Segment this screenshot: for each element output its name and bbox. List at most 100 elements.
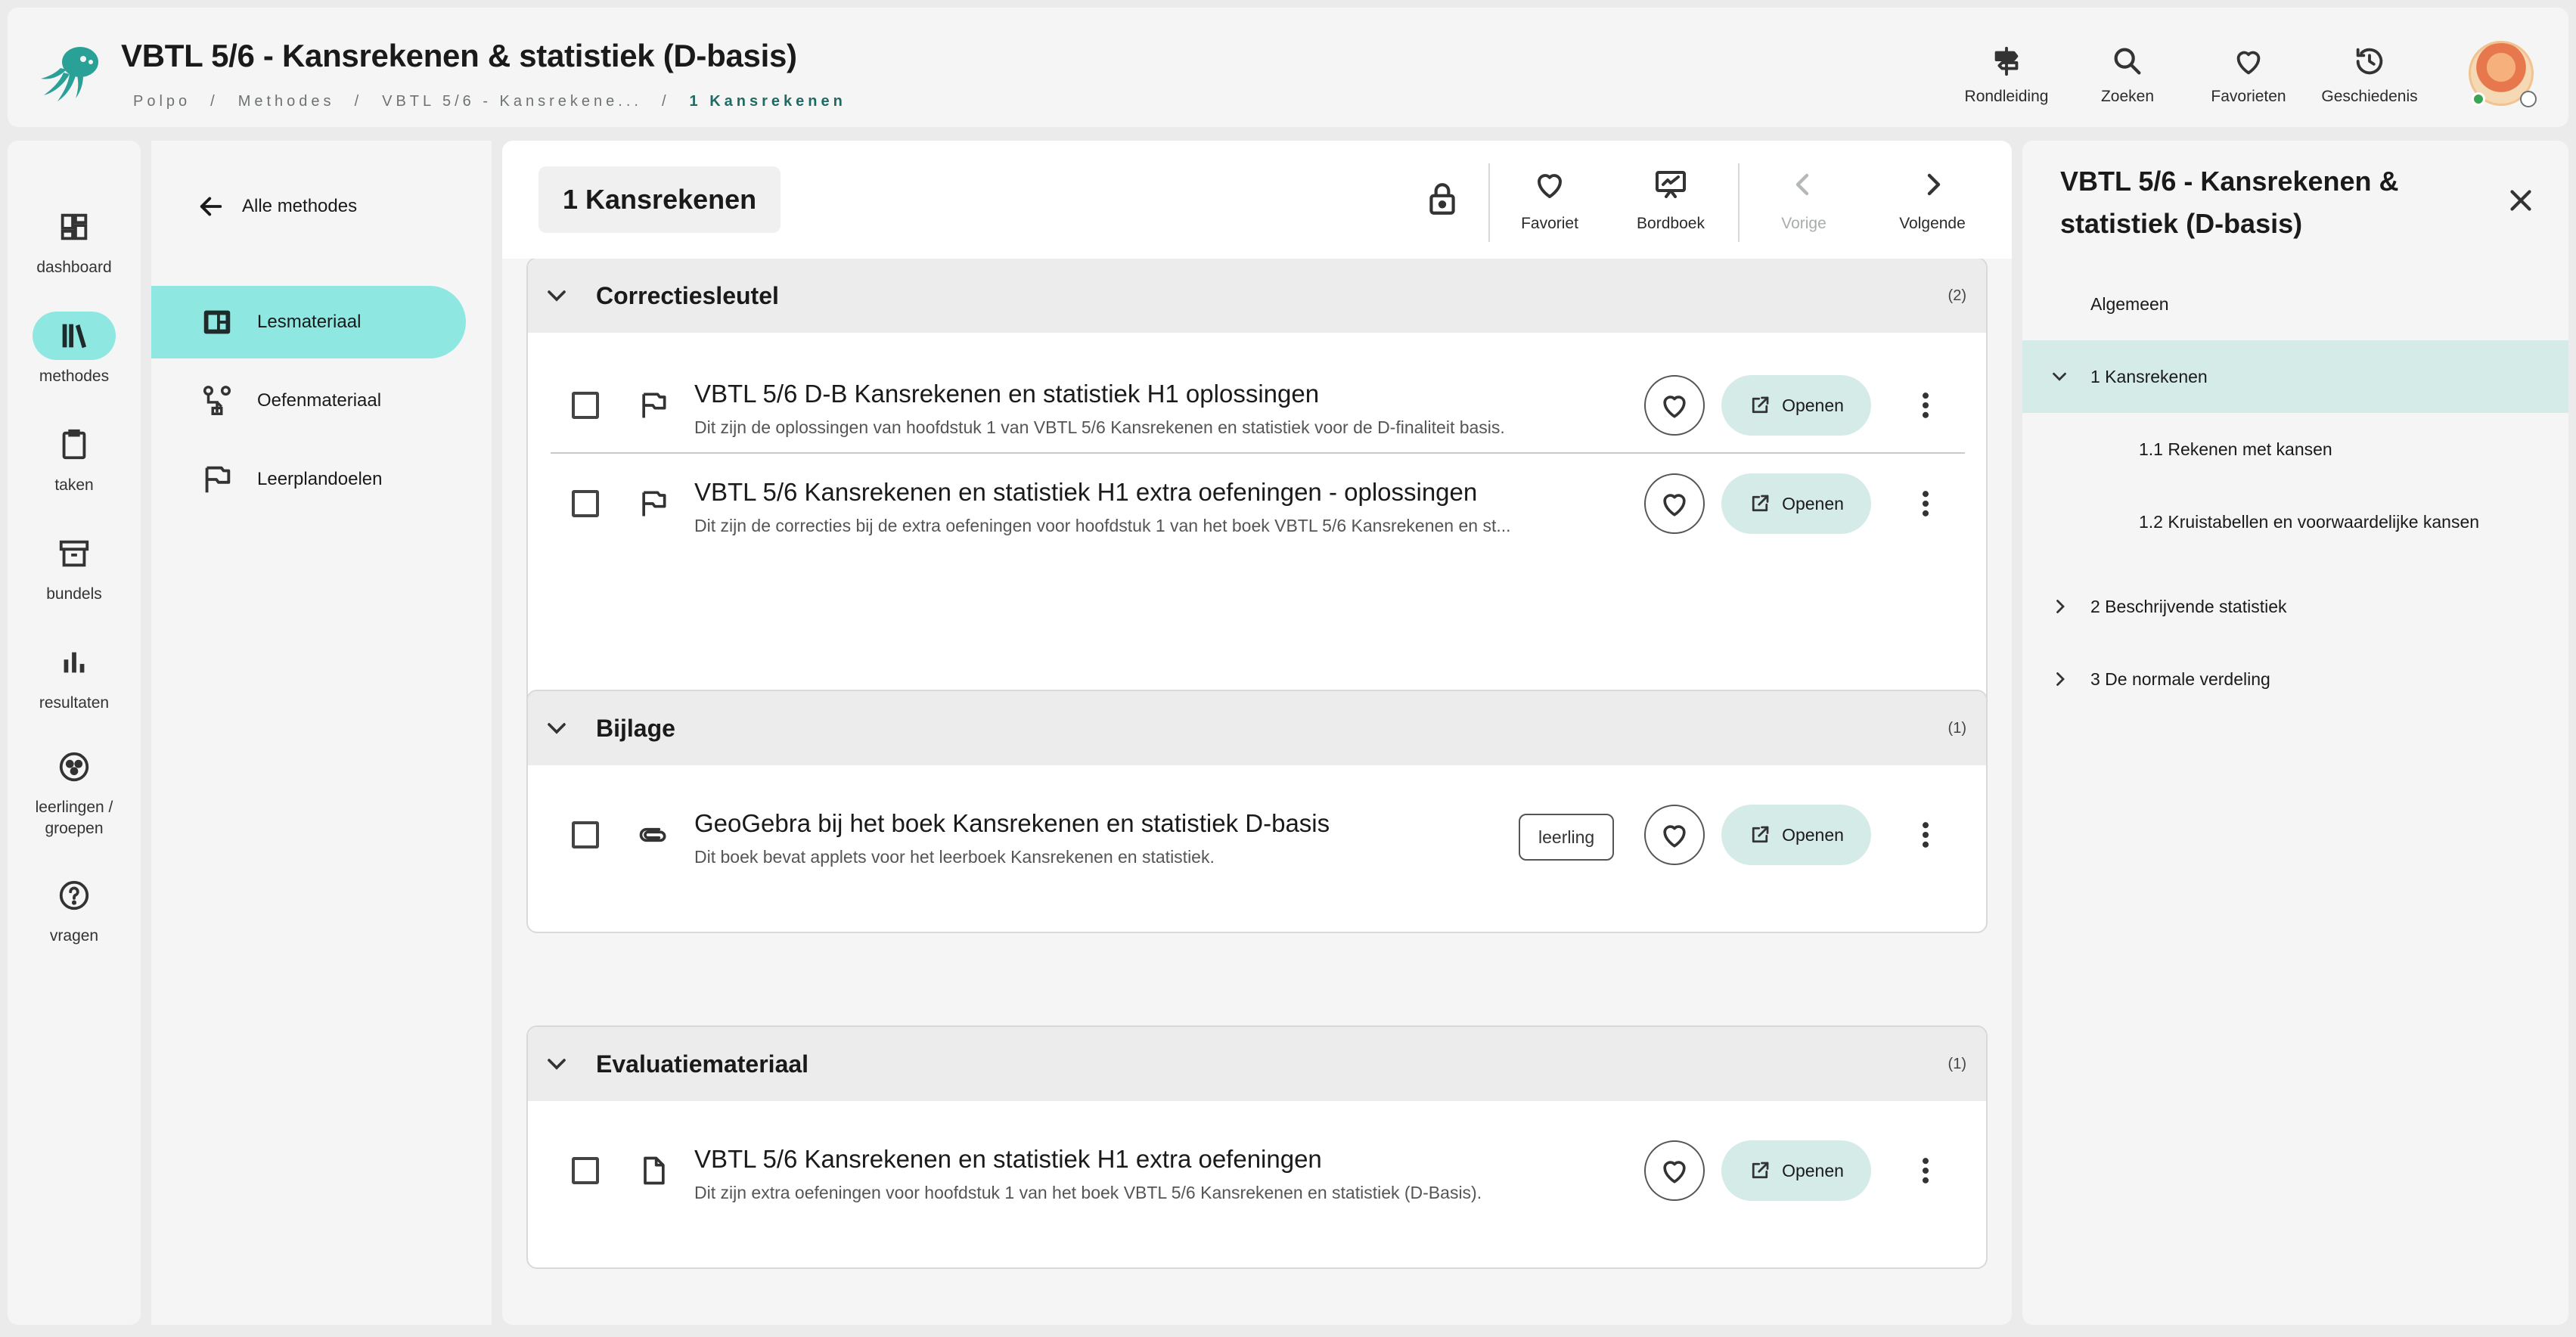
bordboek-button[interactable]: Bordboek (1614, 166, 1727, 242)
toc-item-rekenen-met-kansen[interactable]: 1.1 Rekenen met kansen (2022, 413, 2568, 485)
favorieten-button[interactable]: Favorieten (2192, 36, 2305, 112)
toc-label: 1.1 Rekenen met kansen (2139, 439, 2332, 459)
presentation-board-icon (1656, 171, 1686, 198)
user-avatar-button[interactable] (2469, 41, 2537, 109)
row-title[interactable]: GeoGebra bij het boek Kansrekenen en sta… (694, 809, 1564, 838)
toc-item-beschrijvende-statistiek[interactable]: 2 Beschrijvende statistiek (2022, 570, 2568, 643)
breadcrumb-separator: / (210, 92, 219, 110)
rail-item-leerlingen[interactable]: leerlingen / groepen (8, 743, 141, 839)
open-button[interactable]: Openen (1721, 1140, 1871, 1201)
online-status-icon (2472, 92, 2485, 106)
rail-item-bundels[interactable]: bundels (8, 529, 141, 605)
material-row[interactable]: GeoGebra bij het boek Kansrekenen en sta… (528, 785, 1986, 883)
volgende-button[interactable]: Volgende (1876, 166, 1989, 242)
chevron-down-icon[interactable] (2048, 365, 2071, 388)
material-row[interactable]: VBTL 5/6 D-B Kansrekenen en statistiek H… (528, 355, 1986, 454)
content-area: Correctiesleutel (2) VBTL 5/6 D-B Kansre… (502, 141, 2012, 1325)
section-title: Bijlage (596, 714, 675, 742)
books-icon (62, 324, 87, 349)
chevron-down-icon (548, 1059, 566, 1070)
more-vertical-icon[interactable] (1909, 1152, 1942, 1189)
favorite-button[interactable] (1644, 473, 1705, 534)
rail-icon-wrap (33, 638, 116, 687)
breadcrumb-polpo[interactable]: Polpo (133, 93, 191, 110)
vorige-button[interactable]: Vorige (1747, 166, 1861, 242)
rail-item-methodes[interactable]: methodes (8, 312, 141, 387)
section-header[interactable]: Evaluatiemateriaal (1) (528, 1027, 1986, 1101)
open-button[interactable]: Openen (1721, 473, 1871, 534)
octopus-logo-icon[interactable] (36, 42, 106, 103)
favorite-button[interactable] (1644, 805, 1705, 865)
chevron-right-icon[interactable] (2048, 595, 2071, 618)
row-checkbox[interactable] (572, 490, 599, 517)
section-count: (2) (1948, 287, 1966, 304)
rail-label-bundels: bundels (46, 585, 102, 603)
breadcrumb-methodes[interactable]: Methodes (238, 93, 335, 110)
rail-item-taken[interactable]: taken (8, 420, 141, 496)
close-icon[interactable] (2503, 183, 2538, 218)
history-icon (2356, 48, 2383, 75)
subnav-item-leerplandoelen[interactable]: Leerplandoelen (151, 443, 466, 516)
vorige-label: Vorige (1781, 215, 1826, 232)
section-correctiesleutel: Correctiesleutel (2) VBTL 5/6 D-B Kansre… (526, 257, 1988, 740)
breadcrumb-separator: / (661, 92, 670, 110)
material-row[interactable]: VBTL 5/6 Kansrekenen en statistiek H1 ex… (528, 454, 1986, 552)
row-title[interactable]: VBTL 5/6 Kansrekenen en statistiek H1 ex… (694, 1145, 1564, 1174)
favoriet-button[interactable]: Favoriet (1493, 166, 1606, 242)
breadcrumb-method[interactable]: VBTL 5/6 - Kansrekene... (382, 93, 642, 110)
chevron-right-icon[interactable] (2048, 668, 2071, 690)
open-button[interactable]: Openen (1721, 375, 1871, 436)
rail-label-resultaten: resultaten (39, 694, 110, 712)
rondleiding-button[interactable]: Rondleiding (1950, 36, 2063, 112)
section-title: Evaluatiemateriaal (596, 1050, 809, 1078)
volgende-label: Volgende (1899, 215, 1966, 232)
toc-label: 3 De normale verdeling (2090, 668, 2270, 689)
open-in-new-icon (1752, 396, 1769, 414)
favorite-button[interactable] (1644, 375, 1705, 436)
material-row[interactable]: VBTL 5/6 Kansrekenen en statistiek H1 ex… (528, 1121, 1986, 1219)
row-checkbox[interactable] (572, 1157, 599, 1184)
signpost-icon (1994, 46, 2019, 76)
rail-icon-wrap (33, 420, 116, 469)
rail-label-leerlingen: leerlingen / groepen (35, 799, 113, 837)
section-header[interactable]: Correctiesleutel (2) (528, 259, 1986, 333)
favorite-button[interactable] (1644, 1140, 1705, 1201)
open-label: Openen (1782, 1160, 1844, 1180)
rail-item-vragen[interactable]: vragen (8, 871, 141, 947)
more-vertical-icon[interactable] (1909, 485, 1942, 522)
back-to-methods-link[interactable]: Alle methodes (195, 191, 357, 222)
open-label: Openen (1782, 395, 1844, 415)
rail-item-dashboard[interactable]: dashboard (8, 203, 141, 278)
breadcrumb-current: 1 Kansrekenen (689, 92, 846, 110)
more-vertical-icon[interactable] (1909, 387, 1942, 423)
zoeken-button[interactable]: Zoeken (2071, 36, 2184, 112)
row-title[interactable]: VBTL 5/6 Kansrekenen en statistiek H1 ex… (694, 478, 1564, 507)
dashboard-icon (203, 310, 231, 334)
chevron-right-icon (1927, 173, 1941, 196)
lock-icon[interactable] (1423, 180, 1461, 218)
geschiedenis-button[interactable]: Geschiedenis (2313, 36, 2426, 112)
toc-item-kruistabellen[interactable]: 1.2 Kruistabellen en voorwaardelijke kan… (2022, 485, 2568, 558)
heart-icon (2236, 51, 2261, 75)
rail-label-dashboard: dashboard (36, 259, 112, 276)
toc-item-kansrekenen[interactable]: 1 Kansrekenen (2022, 340, 2568, 413)
bar-chart-icon (64, 652, 85, 673)
zoeken-label: Zoeken (2100, 88, 2155, 105)
section-header[interactable]: Bijlage (1) (528, 691, 1986, 765)
rail-label-vragen: vragen (49, 927, 99, 945)
row-title[interactable]: VBTL 5/6 D-B Kansrekenen en statistiek H… (694, 380, 1564, 408)
row-checkbox[interactable] (572, 392, 599, 419)
rail-label-methodes: methodes (39, 368, 110, 385)
toc-label: Algemeen (2090, 293, 2169, 314)
toc-item-algemeen[interactable]: Algemeen (2022, 268, 2568, 340)
subnav-item-lesmateriaal[interactable]: Lesmateriaal (151, 286, 466, 358)
subnav-item-oefenmateriaal[interactable]: Oefenmateriaal (151, 364, 466, 437)
open-button[interactable]: Openen (1721, 805, 1871, 865)
rail-item-resultaten[interactable]: resultaten (8, 638, 141, 714)
toc-item-normale-verdeling[interactable]: 3 De normale verdeling (2022, 643, 2568, 715)
row-description: Dit zijn extra oefeningen voor hoofdstuk… (694, 1183, 1482, 1202)
rail-icon-wrap (33, 203, 116, 251)
row-checkbox[interactable] (572, 821, 599, 848)
more-vertical-icon[interactable] (1909, 817, 1942, 853)
table-of-contents-panel: VBTL 5/6 - Kansrekenen & statistiek (D-b… (2022, 141, 2568, 1325)
